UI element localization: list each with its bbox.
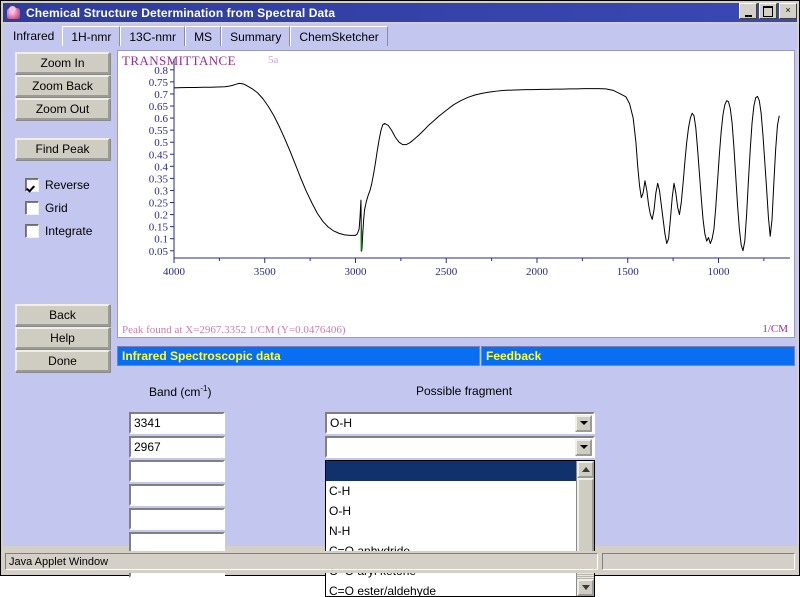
flask-icon bbox=[6, 5, 22, 20]
x-axis-unit: 1/CM bbox=[762, 323, 788, 335]
back-button[interactable]: Back bbox=[15, 304, 110, 326]
grid-label: Grid bbox=[45, 201, 68, 215]
tab-1h-nmr[interactable]: 1H-nmr bbox=[62, 26, 121, 46]
tab-chemsketcher[interactable]: ChemSketcher bbox=[290, 26, 388, 46]
svg-text:0.6: 0.6 bbox=[154, 113, 168, 125]
svg-text:0.5: 0.5 bbox=[154, 137, 168, 149]
close-button[interactable]: × bbox=[779, 3, 797, 19]
window-controls: × bbox=[739, 3, 797, 19]
svg-text:2000: 2000 bbox=[526, 266, 549, 278]
checkbox-icon bbox=[25, 224, 39, 238]
band-input-5[interactable] bbox=[129, 508, 225, 530]
spectrum-plot[interactable]: TRANSMITTANCE 5a 0.05 0.1 0.15 0.2 0.25 0.3 0.… bbox=[117, 50, 795, 338]
svg-text:0.15: 0.15 bbox=[149, 222, 169, 234]
zoom-out-button[interactable]: Zoom Out bbox=[15, 98, 110, 120]
svg-text:0.1: 0.1 bbox=[154, 234, 168, 246]
checkbox-icon bbox=[25, 201, 39, 215]
svg-text:0.65: 0.65 bbox=[149, 101, 169, 113]
tab-summary[interactable]: Summary bbox=[221, 26, 291, 46]
svg-text:0.25: 0.25 bbox=[149, 198, 169, 210]
nav-panel: Back Help Done bbox=[15, 304, 110, 372]
band-input-2[interactable]: 2967 bbox=[129, 436, 225, 458]
svg-text:0.05: 0.05 bbox=[149, 246, 169, 258]
svg-text:0.4: 0.4 bbox=[154, 161, 168, 173]
svg-text:2500: 2500 bbox=[435, 266, 458, 278]
find-peak-button[interactable]: Find Peak bbox=[15, 138, 110, 160]
list-item[interactable]: C-H bbox=[326, 481, 576, 501]
svg-text:1000: 1000 bbox=[707, 266, 730, 278]
tab-ms[interactable]: MS bbox=[185, 26, 222, 46]
band-column-label: Band (cm-1) bbox=[149, 384, 211, 399]
tab-infrared[interactable]: Infrared bbox=[7, 26, 63, 46]
minimize-button[interactable] bbox=[739, 3, 757, 19]
svg-text:3000: 3000 bbox=[344, 266, 367, 278]
feedback-bar-label: Feedback bbox=[486, 349, 542, 363]
application-window: Chemical Structure Determination from Sp… bbox=[0, 0, 800, 597]
status-message-area: Java Applet Window bbox=[5, 553, 598, 570]
help-button[interactable]: Help bbox=[15, 327, 110, 349]
fragment-column-label: Possible fragment bbox=[416, 384, 513, 398]
scroll-up-icon[interactable] bbox=[577, 461, 594, 478]
scroll-down-icon[interactable] bbox=[577, 579, 594, 596]
svg-text:1500: 1500 bbox=[617, 266, 640, 278]
reverse-checkbox[interactable]: Reverse bbox=[25, 178, 110, 192]
reverse-label: Reverse bbox=[45, 178, 90, 192]
svg-text:0.2: 0.2 bbox=[154, 210, 168, 222]
spectrum-canvas: 0.050.10.150.20.250.30.350.40.450.50.550… bbox=[149, 59, 790, 278]
window-title: Chemical Structure Determination from Sp… bbox=[26, 5, 336, 20]
svg-text:0.55: 0.55 bbox=[149, 125, 169, 137]
list-item[interactable]: O-H bbox=[326, 501, 576, 521]
chevron-down-icon[interactable] bbox=[575, 414, 592, 432]
integrate-checkbox[interactable]: Integrate bbox=[25, 224, 110, 238]
scrollbar-thumb[interactable] bbox=[577, 478, 594, 556]
integrate-label: Integrate bbox=[45, 224, 93, 238]
zoom-back-button[interactable]: Zoom Back bbox=[15, 75, 110, 97]
zoom-in-button[interactable]: Zoom In bbox=[15, 52, 110, 74]
band-label-pre: Band (cm bbox=[149, 385, 201, 399]
done-button[interactable]: Done bbox=[15, 350, 110, 372]
title-bar: Chemical Structure Determination from Sp… bbox=[3, 3, 797, 22]
chevron-down-icon[interactable] bbox=[575, 438, 592, 456]
grid-checkbox[interactable]: Grid bbox=[25, 201, 110, 215]
feedback-bar: Feedback bbox=[481, 346, 795, 366]
band-input-1[interactable]: 3341 bbox=[129, 412, 225, 434]
fragment-combo-1-value: O-H bbox=[330, 416, 352, 430]
svg-text:0.7: 0.7 bbox=[154, 89, 168, 101]
ir-data-bar-label: Infrared Spectroscopic data bbox=[122, 349, 281, 363]
svg-text:0.45: 0.45 bbox=[149, 149, 169, 161]
peak-message: Peak found at X=2967.3352 1/CM (Y=0.0476… bbox=[122, 324, 346, 336]
ir-data-bar: Infrared Spectroscopic data bbox=[117, 346, 480, 366]
main-content: Zoom In Zoom Back Zoom Out Find Peak Rev… bbox=[3, 46, 797, 597]
tab-13c-nmr[interactable]: 13C-nmr bbox=[120, 26, 186, 46]
tool-panel: Zoom In Zoom Back Zoom Out Find Peak Rev… bbox=[15, 52, 110, 247]
svg-text:0.35: 0.35 bbox=[149, 173, 169, 185]
list-item[interactable]: N-H bbox=[326, 521, 576, 541]
status-extra-area bbox=[602, 553, 795, 570]
band-input-3[interactable] bbox=[129, 460, 225, 482]
list-item[interactable]: C=O ester/aldehyde bbox=[326, 581, 576, 596]
status-text: Java Applet Window bbox=[9, 555, 109, 568]
fragment-combo-1[interactable]: O-H bbox=[325, 412, 595, 434]
tab-bar: Infrared 1H-nmr 13C-nmr MS Summary ChemS… bbox=[3, 24, 797, 46]
svg-text:0.8: 0.8 bbox=[154, 65, 168, 77]
band-label-post: ) bbox=[207, 385, 212, 399]
fragment-combo-2[interactable] bbox=[325, 436, 595, 458]
svg-text:3500: 3500 bbox=[254, 266, 277, 278]
status-bar: Java Applet Window bbox=[3, 551, 797, 573]
band-input-4[interactable] bbox=[129, 484, 225, 506]
checkmark-icon bbox=[25, 178, 39, 192]
svg-text:4000: 4000 bbox=[163, 266, 186, 278]
svg-text:0.3: 0.3 bbox=[154, 185, 168, 197]
maximize-button[interactable] bbox=[759, 3, 777, 19]
fragment-dropdown-list[interactable]: C-H O-H N-H C=O anhydride C=O aryl keton… bbox=[325, 460, 595, 597]
svg-text:0.75: 0.75 bbox=[149, 77, 169, 89]
list-item[interactable] bbox=[326, 461, 576, 481]
